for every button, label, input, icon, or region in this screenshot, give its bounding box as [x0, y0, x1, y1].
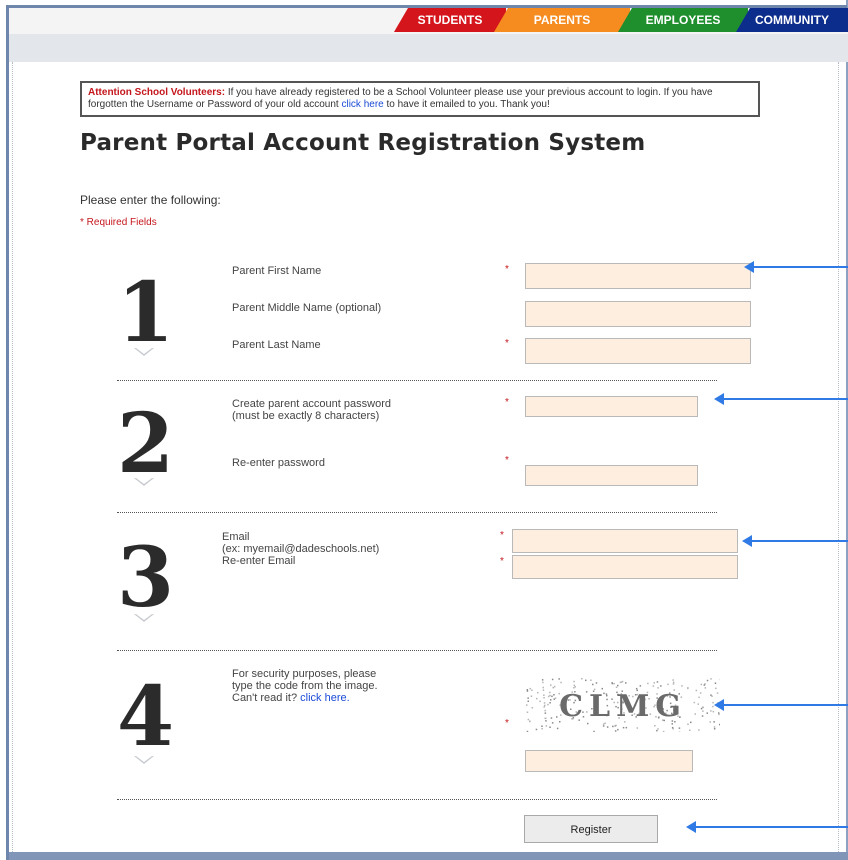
arrow-annotation-3 [750, 540, 848, 542]
intro-text: Please enter the following: [80, 193, 221, 207]
arrow-head-5-icon [686, 821, 696, 833]
step-1-triangle-icon [134, 348, 154, 356]
captcha-refresh-link[interactable]: click here. [300, 692, 350, 704]
security-line-1: For security purposes, please [232, 668, 377, 680]
reenter-password-label: Re-enter password [232, 457, 325, 469]
password-input[interactable] [525, 396, 698, 417]
email-label-block: Email (ex: myemail@dadeschools.net) Re-ent… [222, 531, 379, 567]
step-number-2: 2 [117, 396, 175, 492]
first-name-label: Parent First Name [232, 265, 322, 277]
step-divider [117, 380, 717, 381]
tab-students[interactable]: STUDENTS [394, 8, 506, 32]
last-name-input[interactable] [525, 338, 751, 364]
notice-text-end: to have it emailed to you. Thank you! [383, 99, 550, 110]
password-label-line2: (must be exactly 8 characters) [232, 410, 380, 422]
arrow-annotation-4 [722, 704, 848, 706]
email-required-star: * [500, 530, 504, 541]
reenter-email-required-star: * [500, 556, 504, 567]
captcha-code: CLMG [559, 689, 687, 724]
password-label-line1: Create parent account password [232, 398, 391, 410]
reenter-password-input[interactable] [525, 465, 698, 486]
tab-community[interactable]: COMMUNITY [736, 8, 848, 32]
step-number-1: 1 [117, 265, 175, 361]
step-divider [117, 512, 717, 513]
arrow-annotation-5 [694, 826, 848, 828]
reenter-email-input[interactable] [512, 555, 738, 579]
captcha-required-star: * [505, 718, 509, 729]
last-name-label: Parent Last Name [232, 339, 321, 351]
security-instructions: For security purposes, please type the co… [232, 668, 378, 704]
captcha-image: CLMG [526, 678, 720, 732]
required-fields-note: * Required Fields [80, 217, 157, 228]
footer-strip [9, 852, 848, 860]
step-number-3: 3 [117, 530, 175, 626]
arrow-head-4-icon [714, 699, 724, 711]
last-name-required-star: * [505, 338, 509, 349]
first-name-required-star: * [505, 264, 509, 275]
step-3-triangle-icon [134, 614, 154, 622]
step-divider [117, 650, 717, 651]
captcha-input[interactable] [525, 750, 693, 772]
register-button[interactable]: Register [524, 815, 658, 843]
volunteer-notice: Attention School Volunteers: If you have… [80, 81, 760, 117]
arrow-head-1-icon [744, 261, 754, 273]
password-label: Create parent account password (must be e… [232, 398, 391, 422]
reenter-email-label: Re-enter Email [222, 555, 296, 567]
arrow-annotation-1 [752, 266, 848, 268]
step-divider [117, 799, 717, 800]
email-example: (ex: myemail@dadeschools.net) [222, 543, 380, 555]
middle-name-input[interactable] [525, 301, 751, 327]
middle-name-label: Parent Middle Name (optional) [232, 302, 382, 314]
reenter-password-required-star: * [505, 455, 509, 466]
email-label: Email [222, 531, 250, 543]
notice-heading: Attention School Volunteers: [88, 87, 226, 98]
notice-click-here-link[interactable]: click here [341, 99, 383, 110]
step-2-triangle-icon [134, 478, 154, 486]
content-border-left [12, 62, 13, 852]
arrow-annotation-2 [722, 398, 848, 400]
security-line-3: Can't read it? [232, 692, 298, 704]
page-title: Parent Portal Account Registration Syste… [80, 130, 646, 156]
step-4-triangle-icon [134, 756, 154, 764]
tab-parents[interactable]: PARENTS [494, 8, 630, 32]
tab-employees[interactable]: EMPLOYEES [618, 8, 748, 32]
arrow-head-3-icon [742, 535, 752, 547]
password-required-star: * [505, 397, 509, 408]
first-name-input[interactable] [525, 263, 751, 289]
security-line-2: type the code from the image. [232, 680, 378, 692]
arrow-head-2-icon [714, 393, 724, 405]
content-border-right [838, 62, 839, 852]
step-number-4: 4 [117, 669, 175, 765]
email-input[interactable] [512, 529, 738, 553]
